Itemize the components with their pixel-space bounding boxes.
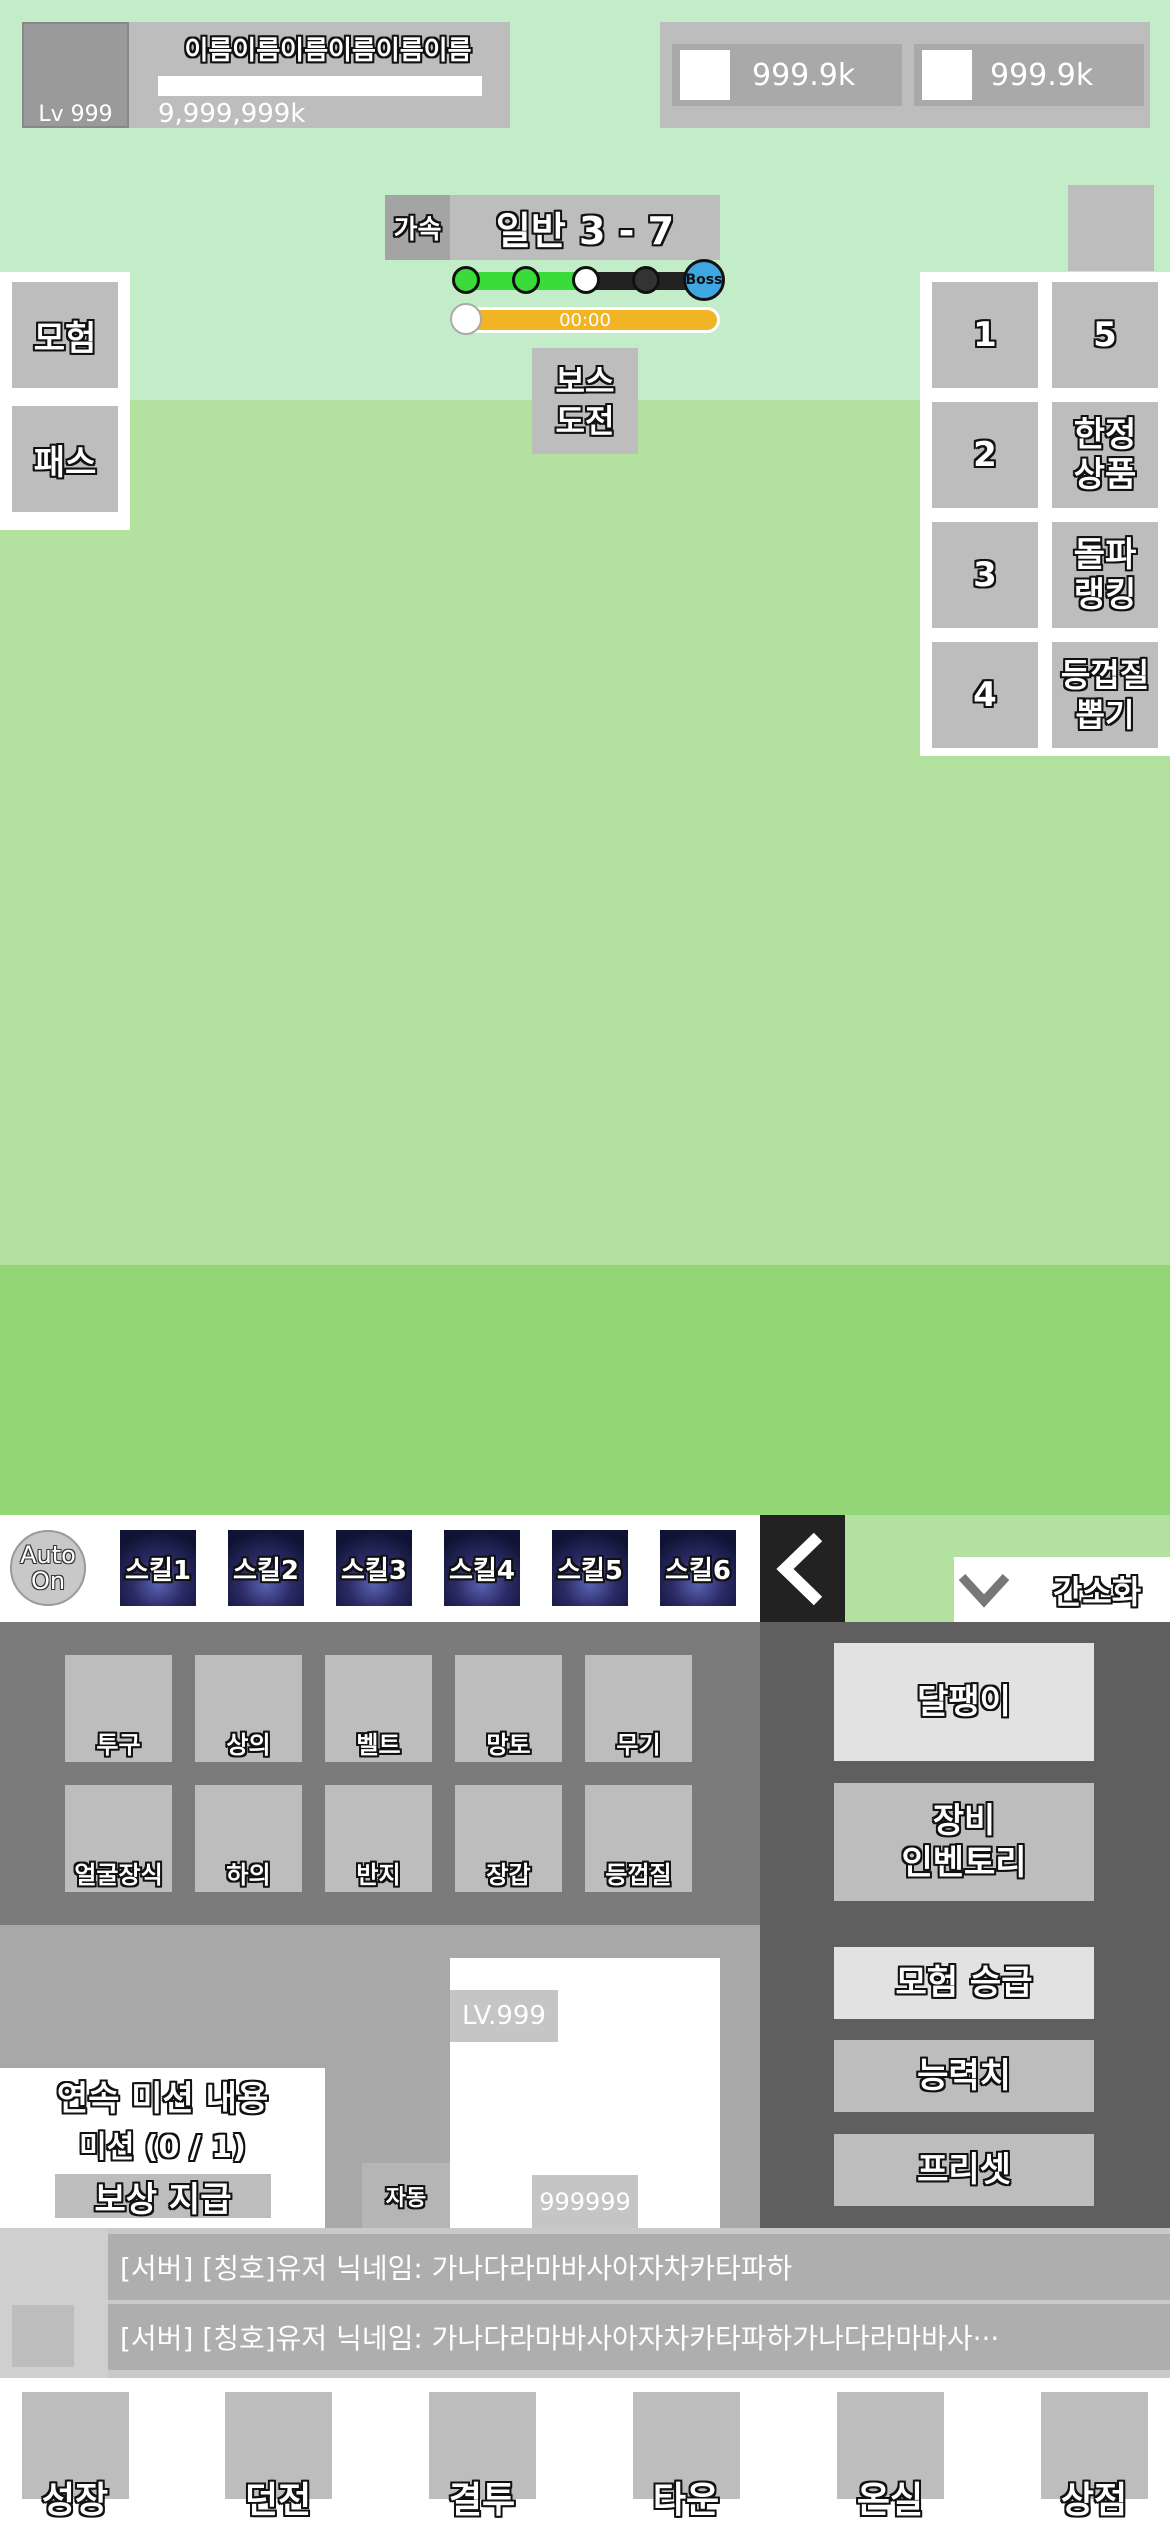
currency-value-2: 999.9k bbox=[990, 57, 1094, 93]
nav-dungeon-label: 던전 bbox=[244, 2480, 312, 2521]
skill-slot-1[interactable]: 스킬1 bbox=[120, 1530, 196, 1606]
chat-message: [서버] [칭호]유저 닉네임: 가나다라마바사아자차카타파하가나다라마바사··… bbox=[108, 2304, 1170, 2370]
character-value: 999999 bbox=[532, 2175, 638, 2228]
player-level: Lv 999 bbox=[38, 101, 113, 127]
skill-slot-3[interactable]: 스킬3 bbox=[336, 1530, 412, 1606]
equip-slot-bottom[interactable]: 하의 bbox=[195, 1785, 302, 1892]
equipment-inventory-button[interactable]: 장비 인벤토리 bbox=[834, 1783, 1094, 1901]
boss-challenge-button[interactable]: 보스 도전 bbox=[532, 348, 638, 454]
stage-step-dot bbox=[572, 266, 600, 294]
currency-icon bbox=[680, 50, 730, 100]
skill-slot-5[interactable]: 스킬5 bbox=[552, 1530, 628, 1606]
menu-slot-3[interactable]: 3 bbox=[932, 522, 1038, 628]
menu-slot-5[interactable]: 5 bbox=[1052, 282, 1158, 388]
equip-slot-face[interactable]: 얼굴장식 bbox=[65, 1785, 172, 1892]
chevron-down-icon bbox=[958, 1573, 1010, 1608]
nav-growth-label: 성장 bbox=[41, 2480, 109, 2521]
chat-message: [서버] [칭호]유저 닉네임: 가나다라마바사아자차카타파하 bbox=[108, 2234, 1170, 2300]
mission-reward-button[interactable]: 보상 지급 bbox=[55, 2174, 271, 2220]
mission-progress: 미션 (0 / 1) bbox=[79, 2130, 246, 2165]
ground-background bbox=[0, 1265, 1170, 1515]
character-level: LV.999 bbox=[450, 1990, 558, 2042]
equip-slot-top[interactable]: 상의 bbox=[195, 1655, 302, 1762]
stage-step-dot bbox=[512, 266, 540, 294]
equip-slot-belt[interactable]: 벨트 bbox=[325, 1655, 432, 1762]
chevron-left-icon bbox=[775, 1532, 822, 1605]
boss-marker: Boss bbox=[683, 259, 725, 301]
player-name: 이름이름이름이름이름이름 bbox=[184, 35, 472, 66]
equip-slot-gloves[interactable]: 장갑 bbox=[455, 1785, 562, 1892]
limited-goods-button[interactable]: 한정 상품 bbox=[1052, 402, 1158, 508]
currency-value-1: 999.9k bbox=[752, 57, 856, 93]
auto-skill-toggle[interactable]: Auto On bbox=[10, 1530, 86, 1606]
skill-slot-4[interactable]: 스킬4 bbox=[444, 1530, 520, 1606]
equip-slot-ring[interactable]: 반지 bbox=[325, 1785, 432, 1892]
currency-icon bbox=[922, 50, 972, 100]
menu-slot-1[interactable]: 1 bbox=[932, 282, 1038, 388]
nav-duel-label: 결투 bbox=[448, 2480, 516, 2521]
mission-title: 연속 미션 내용 bbox=[56, 2078, 269, 2119]
speed-button[interactable]: 가속 bbox=[385, 195, 450, 260]
nav-town-label: 타운 bbox=[652, 2480, 720, 2521]
nav-greenhouse-label: 온실 bbox=[856, 2480, 924, 2521]
equip-slot-helmet[interactable]: 투구 bbox=[65, 1655, 172, 1762]
pass-button[interactable]: 패스 bbox=[12, 406, 118, 512]
stage-title: 일반 3 - 7 bbox=[450, 195, 720, 260]
breakthrough-ranking-button[interactable]: 돌파 랭킹 bbox=[1052, 522, 1158, 628]
stage-step-dot bbox=[452, 266, 480, 294]
shell-draw-button[interactable]: 등껍질 뽑기 bbox=[1052, 642, 1158, 748]
skill-slot-6[interactable]: 스킬6 bbox=[660, 1530, 736, 1606]
menu-slot-4[interactable]: 4 bbox=[932, 642, 1038, 748]
right-top-slot[interactable] bbox=[1068, 185, 1154, 271]
nav-shop-label: 상점 bbox=[1060, 2480, 1128, 2521]
exp-bar bbox=[158, 76, 482, 96]
collapse-button[interactable] bbox=[760, 1515, 845, 1622]
snail-button[interactable]: 달팽이 bbox=[834, 1643, 1094, 1761]
preset-button[interactable]: 프리셋 bbox=[834, 2134, 1094, 2206]
auto-label[interactable]: 자동 bbox=[362, 2163, 450, 2228]
equip-slot-weapon[interactable]: 무기 bbox=[585, 1655, 692, 1762]
menu-slot-2[interactable]: 2 bbox=[932, 402, 1038, 508]
equip-slot-cape[interactable]: 망토 bbox=[455, 1655, 562, 1762]
adventure-button[interactable]: 모험 bbox=[12, 282, 118, 388]
skill-slot-2[interactable]: 스킬2 bbox=[228, 1530, 304, 1606]
player-exp: 9,999,999k bbox=[158, 99, 306, 129]
stage-timer: 00:00 bbox=[450, 307, 720, 333]
equip-slot-shell[interactable]: 등껍질 bbox=[585, 1785, 692, 1892]
bottom-nav bbox=[0, 2378, 1170, 2532]
clock-icon bbox=[450, 303, 482, 335]
stats-button[interactable]: 능력치 bbox=[834, 2040, 1094, 2112]
stage-step-dot bbox=[632, 266, 660, 294]
chat-icon[interactable] bbox=[12, 2305, 74, 2367]
adventure-promote-button[interactable]: 모험 승급 bbox=[834, 1947, 1094, 2019]
